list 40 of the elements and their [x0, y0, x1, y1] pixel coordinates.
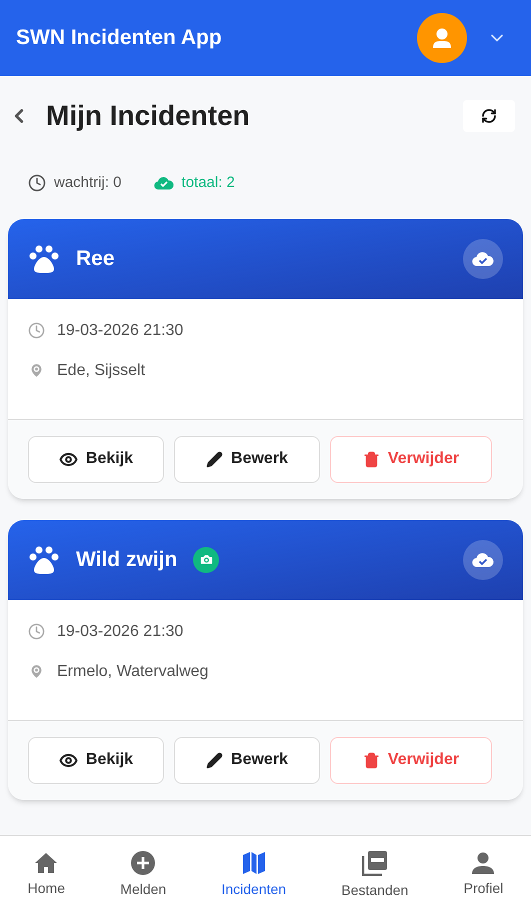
incident-location: Ede, Sijsselt [57, 360, 146, 380]
clock-icon [28, 322, 45, 339]
nav-item[interactable]: Home [28, 852, 65, 898]
pencil-icon [206, 450, 224, 468]
person-icon [432, 28, 452, 48]
incident-datetime: 19-03-2026 21:30 [57, 320, 184, 340]
map-icon [242, 850, 266, 874]
incident-location: Ermelo, Watervalweg [57, 662, 208, 682]
nav-item[interactable]: Melden [120, 850, 166, 900]
edit-button[interactable]: Bewerk [174, 436, 320, 482]
home-icon [34, 852, 58, 874]
add-icon [131, 850, 156, 874]
person-icon [472, 852, 494, 874]
animal-name: Wild zwijn [76, 546, 178, 573]
view-button[interactable]: Bekijk [28, 736, 164, 784]
clock-icon [28, 174, 46, 192]
paw-icon [28, 544, 60, 574]
clock-icon [28, 623, 45, 640]
incident-datetime: 19-03-2026 21:30 [57, 622, 184, 642]
animal-name: Ree [76, 246, 115, 272]
trash-icon [362, 450, 380, 468]
avatar[interactable] [417, 13, 467, 63]
paw-icon [28, 244, 60, 274]
file-stack-icon [362, 850, 388, 876]
pencil-icon [206, 752, 224, 768]
refresh-icon [481, 108, 497, 124]
queue-count: wachtrij: 0 [54, 173, 122, 193]
page-title: Mijn Incidenten [46, 99, 250, 133]
cloud-check-icon [154, 176, 174, 190]
delete-button[interactable]: Verwijder [330, 436, 492, 482]
nav-item[interactable]: Bestanden [341, 850, 408, 900]
app-title: SWN Incidenten App [16, 25, 222, 52]
edit-button[interactable]: Bewerk [174, 736, 320, 784]
view-button[interactable]: Bekijk [28, 436, 164, 482]
delete-button[interactable]: Verwijder [330, 736, 492, 784]
trash-icon [362, 752, 380, 768]
total-count: totaal: 2 [182, 173, 235, 193]
nav-item[interactable]: Incidenten [221, 850, 286, 900]
refresh-button[interactable] [463, 100, 515, 132]
nav-item[interactable]: Profiel [464, 852, 504, 898]
